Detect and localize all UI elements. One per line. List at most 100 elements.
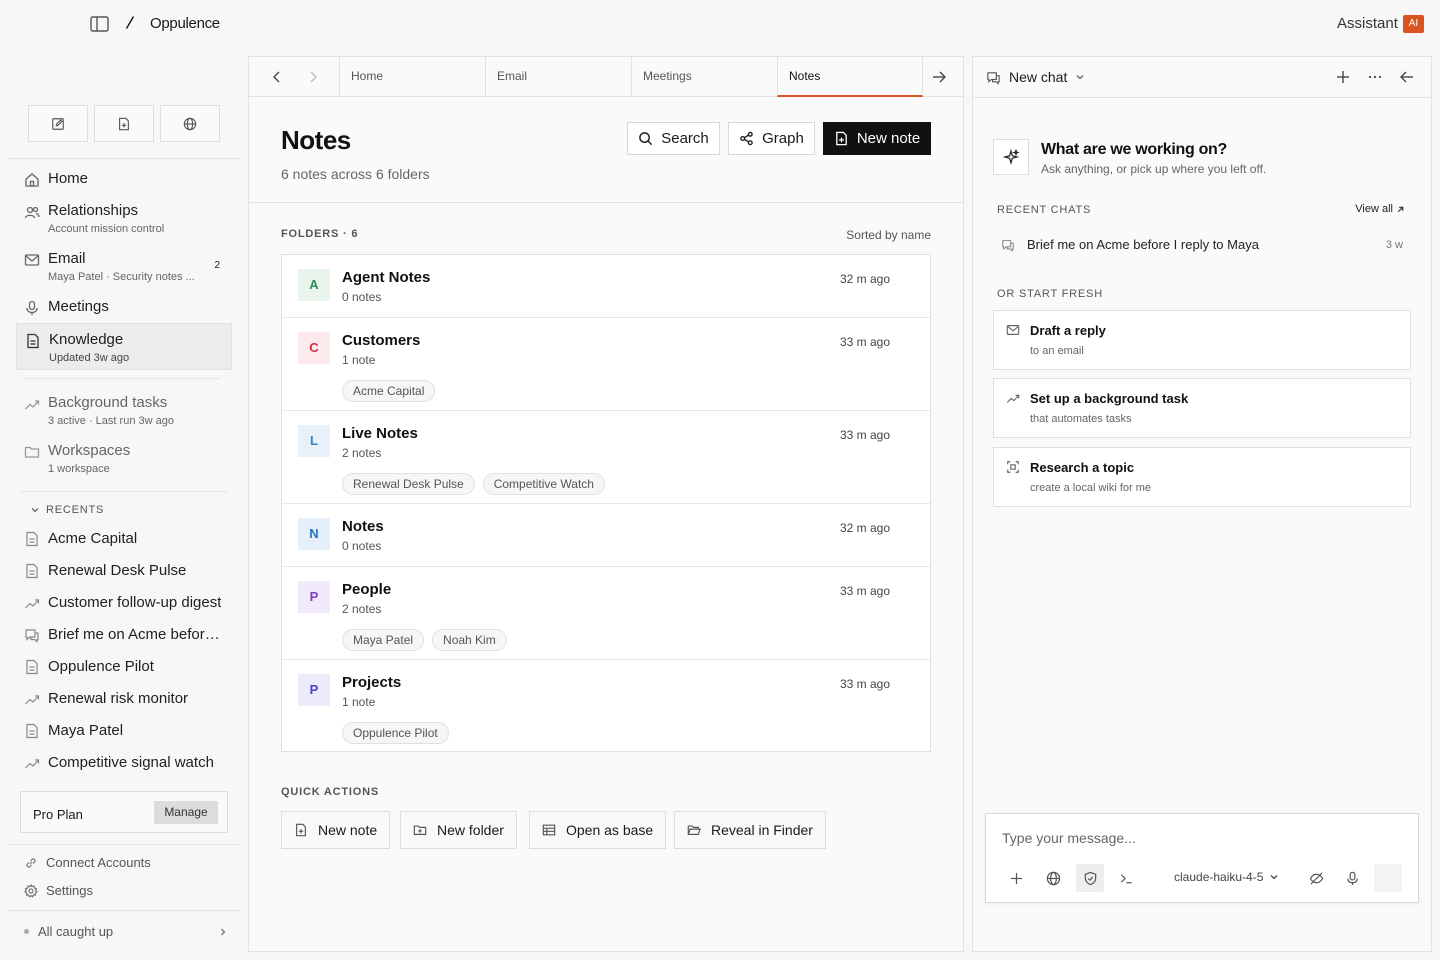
suggestion-research-topic[interactable]: Research a topic create a local wiki for… <box>993 447 1411 507</box>
chat-icon <box>986 70 1001 85</box>
folder-row-people[interactable]: P People 2 notes 33 m ago Maya Patel Noa… <box>282 567 930 660</box>
graph-button-label: Graph <box>762 130 804 147</box>
recent-item[interactable]: Maya Patel <box>24 722 228 739</box>
folder-row-live-notes[interactable]: L Live Notes 2 notes 33 m ago Renewal De… <box>282 411 930 504</box>
assistant-header: New chat <box>973 57 1431 98</box>
divider <box>249 202 963 203</box>
recent-chat-item[interactable]: Brief me on Acme before I reply to Maya … <box>1001 237 1403 252</box>
microphone-icon[interactable] <box>1338 864 1366 892</box>
nav-workspaces[interactable]: Workspaces 1 workspace <box>16 442 232 476</box>
compose-button[interactable] <box>28 105 88 142</box>
quick-new-folder-button[interactable]: New folder <box>400 811 517 849</box>
settings-link[interactable]: Settings <box>24 883 93 898</box>
tab-email[interactable]: Email <box>485 57 631 97</box>
recent-item-label: Renewal Desk Pulse <box>48 562 187 579</box>
sync-status[interactable]: All caught up <box>24 924 228 939</box>
folder-row-customers[interactable]: C Customers 1 note 33 m ago Acme Capital <box>282 318 930 411</box>
note-chip[interactable]: Renewal Desk Pulse <box>342 473 475 495</box>
recent-item[interactable]: Renewal Desk Pulse <box>24 562 228 579</box>
view-all-link[interactable]: View all <box>1355 203 1405 215</box>
page-header: Notes 6 notes across 6 folders <box>281 125 430 182</box>
recent-item-label: Maya Patel <box>48 722 124 739</box>
connect-accounts-link[interactable]: Connect Accounts <box>24 855 151 870</box>
tab-home[interactable]: Home <box>339 57 485 97</box>
more-icon[interactable] <box>1367 69 1383 85</box>
arrow-right-icon[interactable] <box>931 69 947 85</box>
quick-new-note-button[interactable]: New note <box>281 811 391 849</box>
plus-icon[interactable] <box>1335 69 1351 85</box>
sidebar-toggle-icon[interactable] <box>90 15 109 33</box>
new-chat-dropdown[interactable]: New chat <box>986 69 1085 85</box>
document-icon <box>24 723 40 739</box>
trend-icon <box>24 396 40 412</box>
new-note-button[interactable]: New note <box>823 122 931 155</box>
note-chip[interactable]: Oppulence Pilot <box>342 722 449 744</box>
suggestion-draft-reply[interactable]: Draft a reply to an email <box>993 310 1411 370</box>
tab-notes[interactable]: Notes <box>777 57 923 97</box>
folder-count: 1 note <box>342 353 376 367</box>
eye-off-icon[interactable] <box>1302 864 1330 892</box>
note-chip[interactable]: Competitive Watch <box>482 473 605 495</box>
new-note-button-label: New note <box>856 130 921 147</box>
nav-knowledge[interactable]: Knowledge Updated 3w ago <box>16 323 232 370</box>
recent-item[interactable]: Renewal risk monitor <box>24 690 228 707</box>
page-subtitle: 6 notes across 6 folders <box>281 166 430 182</box>
terminal-icon[interactable] <box>1112 864 1140 892</box>
recent-item[interactable]: Acme Capital <box>24 530 228 547</box>
assistant-label[interactable]: Assistant <box>1337 15 1398 32</box>
nav-meetings[interactable]: Meetings <box>16 298 232 316</box>
graph-button[interactable]: Graph <box>728 122 815 155</box>
message-input[interactable] <box>1002 830 1402 846</box>
recent-item[interactable]: Brief me on Acme before I reply to Maya <box>24 626 228 643</box>
nav-email-label: Email <box>48 250 86 267</box>
folder-row-notes[interactable]: N Notes 0 notes 32 m ago <box>282 504 930 567</box>
folder-name: Notes <box>342 518 384 535</box>
chevron-down-icon <box>30 505 40 515</box>
send-button[interactable] <box>1374 864 1402 892</box>
model-selector[interactable]: claude-haiku-4-5 <box>1174 870 1279 884</box>
web-search-globe-icon[interactable] <box>1039 864 1067 892</box>
folder-avatar: A <box>298 269 330 301</box>
notes-panel: Home Email Meetings Notes Notes 6 notes … <box>248 56 964 952</box>
attach-plus-icon[interactable] <box>1002 864 1030 892</box>
tab-meetings[interactable]: Meetings <box>631 57 777 97</box>
forward-arrow-icon[interactable] <box>305 69 321 85</box>
note-chip[interactable]: Noah Kim <box>432 629 507 651</box>
sidebar: Home Relationships Account mission contr… <box>0 48 240 960</box>
suggestion-background-task[interactable]: Set up a background task that automates … <box>993 378 1411 438</box>
folder-updated: 33 m ago <box>839 677 890 691</box>
tab-bar: Home Email Meetings Notes <box>249 57 963 97</box>
start-fresh-header: OR START FRESH <box>997 288 1103 300</box>
document-icon <box>25 333 41 349</box>
quick-reveal-in-finder-button[interactable]: Reveal in Finder <box>674 811 826 849</box>
recent-item[interactable]: Oppulence Pilot <box>24 658 228 675</box>
folder-count: 2 notes <box>342 602 382 616</box>
note-chip[interactable]: Maya Patel <box>342 629 425 651</box>
folder-row-agent-notes[interactable]: A Agent Notes 0 notes 32 m ago <box>282 255 930 318</box>
folder-row-projects[interactable]: P Projects 1 note 33 m ago Oppulence Pil… <box>282 660 930 751</box>
nav-relationships[interactable]: Relationships Account mission control <box>16 202 232 236</box>
document-icon <box>24 563 40 579</box>
nav-email[interactable]: Email Maya Patel · Security notes ... 2 <box>16 250 232 284</box>
folder-updated: 32 m ago <box>839 272 890 286</box>
trend-icon <box>24 755 40 771</box>
note-chip[interactable]: Acme Capital <box>342 380 436 402</box>
folder-count: 1 note <box>342 695 376 709</box>
nav-home[interactable]: Home <box>16 170 232 188</box>
back-arrow-icon[interactable] <box>269 69 285 85</box>
sort-label[interactable]: Sorted by name <box>846 228 931 242</box>
shield-check-icon[interactable] <box>1076 864 1104 892</box>
new-document-button[interactable] <box>94 105 154 142</box>
plan-card: Pro Plan Manage <box>20 791 228 833</box>
folder-updated: 33 m ago <box>839 335 890 349</box>
recents-header[interactable]: RECENTS <box>30 504 104 516</box>
arrow-left-icon[interactable] <box>1399 69 1415 85</box>
manage-plan-button[interactable]: Manage <box>154 801 218 824</box>
globe-button[interactable] <box>160 105 220 142</box>
search-button[interactable]: Search <box>627 122 720 155</box>
nav-background-tasks[interactable]: Background tasks 3 active · Last run 3w … <box>16 394 232 428</box>
quick-open-as-base-button[interactable]: Open as base <box>529 811 667 849</box>
ai-badge[interactable]: AI <box>1403 15 1424 33</box>
recent-item[interactable]: Competitive signal watch <box>24 754 228 771</box>
recent-item[interactable]: Customer follow-up digest <box>24 594 228 611</box>
